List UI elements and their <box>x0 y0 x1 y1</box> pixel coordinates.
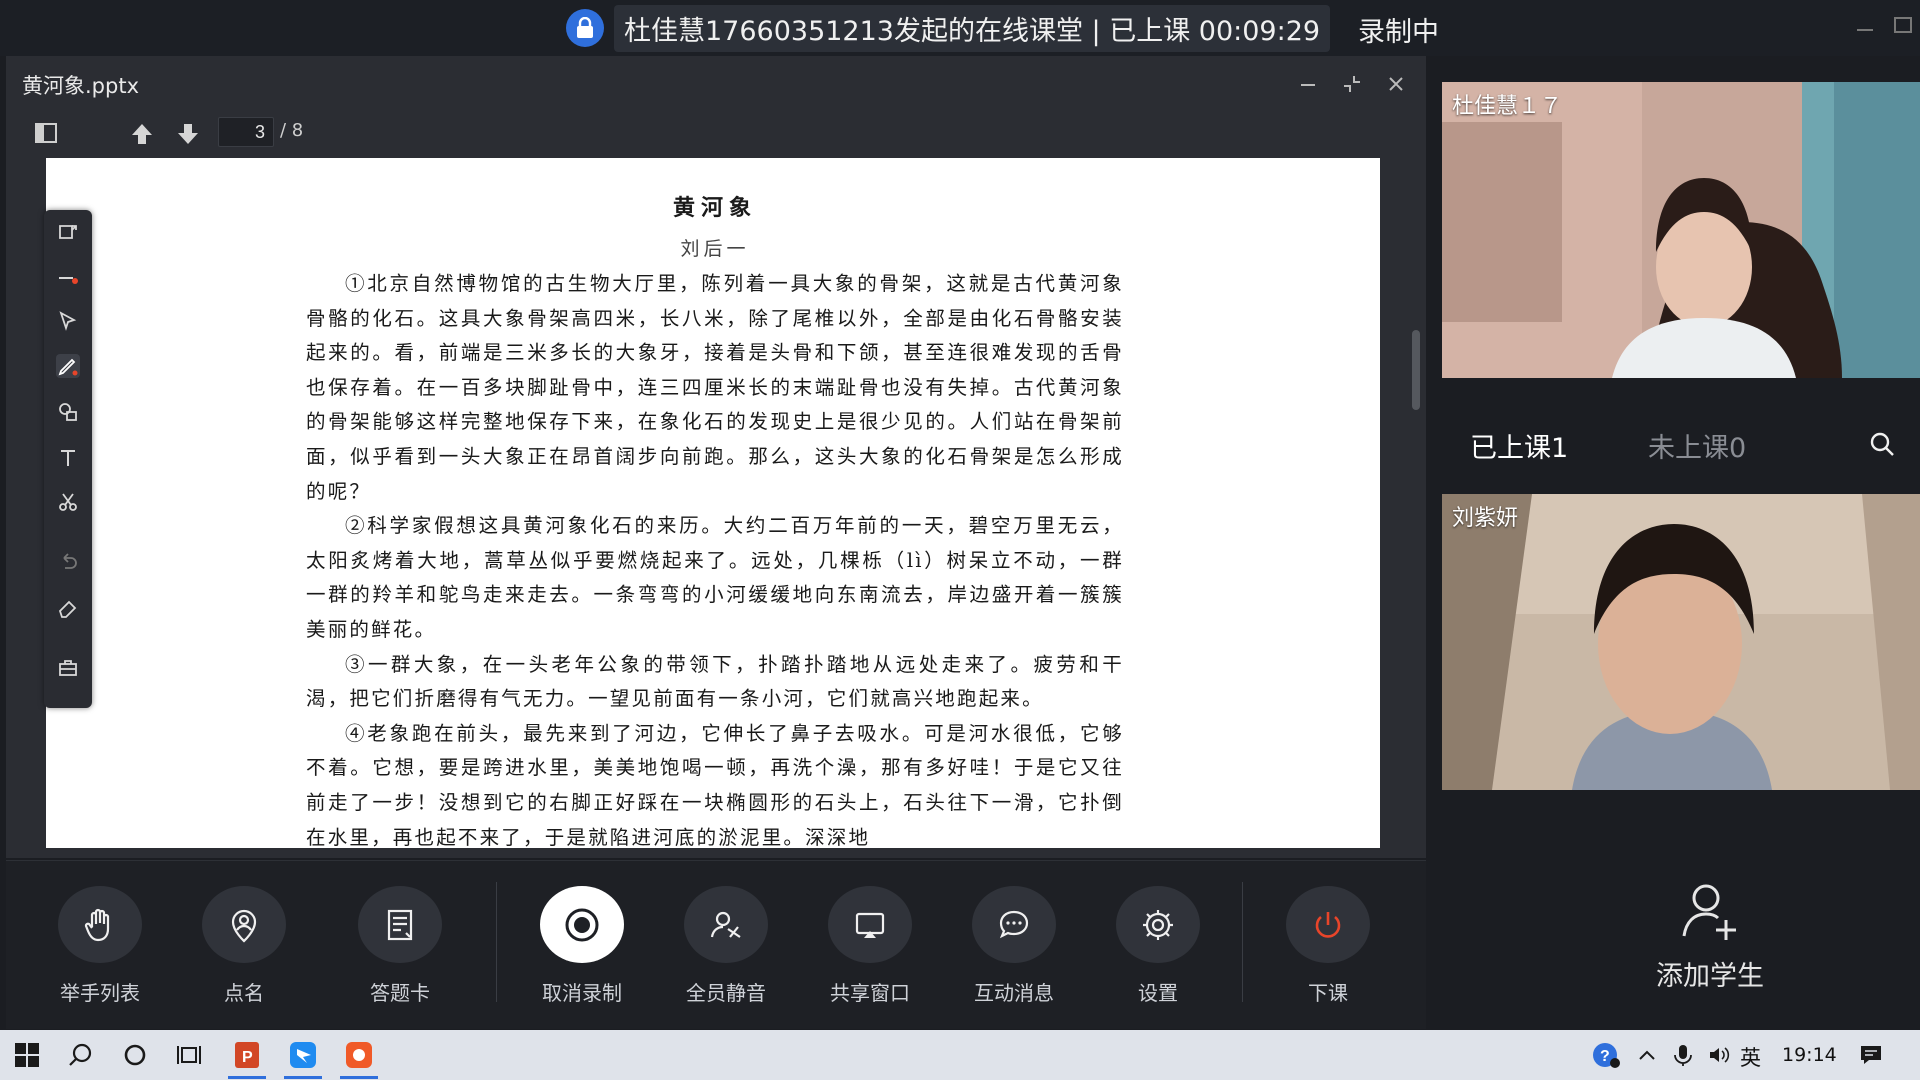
raise-hand-list-button[interactable]: 举手列表 <box>30 886 170 1006</box>
settings-button[interactable]: 设置 <box>1088 886 1228 1006</box>
control-divider <box>496 882 497 1002</box>
cancel-recording-button[interactable]: 取消录制 <box>512 886 652 1006</box>
control-label: 取消录制 <box>542 981 622 1005</box>
roll-call-button[interactable]: 点名 <box>174 886 314 1006</box>
paragraph: ①北京自然博物馆的古生物大厅里，陈列着一具大象的骨架，这就是古代黄河象骨骼的化石… <box>306 272 1124 503</box>
screenshot-tool-icon[interactable] <box>56 220 80 244</box>
taskbar-active-indicator <box>284 1076 322 1079</box>
share-window-icon <box>828 886 912 963</box>
chevron-up-icon[interactable] <box>1628 1036 1666 1074</box>
tab-attended[interactable]: 已上课1 <box>1470 426 1568 465</box>
doc-minimize-button[interactable] <box>1296 72 1320 96</box>
pen-tool-icon[interactable] <box>56 354 80 378</box>
slide-author: 刘后一 <box>680 238 750 260</box>
student-video-feed <box>1442 494 1920 790</box>
windows-start-icon[interactable] <box>8 1036 46 1074</box>
session-title-group: 杜佳慧17660351213发起的在线课堂 | 已上课 00:09:29 <box>566 4 1331 52</box>
slide-text-body: 黄河象 刘后一 ①北京自然博物馆的古生物大厅里，陈列着一具大象的骨架，这就是古代… <box>306 190 1124 848</box>
laser-pointer-icon[interactable] <box>56 266 80 290</box>
window-minimize-button[interactable] <box>1852 12 1878 38</box>
raise-hand-icon <box>58 886 142 963</box>
microphone-icon[interactable] <box>1664 1036 1702 1074</box>
mute-all-button[interactable]: 全员静音 <box>656 886 796 1006</box>
volume-icon[interactable] <box>1700 1036 1738 1074</box>
svg-text:P: P <box>242 1049 253 1066</box>
svg-text:?: ? <box>1600 1048 1610 1065</box>
select-arrow-icon[interactable] <box>56 310 80 334</box>
control-label: 互动消息 <box>974 981 1054 1005</box>
control-divider <box>1242 882 1243 1002</box>
page-down-button[interactable] <box>174 120 202 148</box>
window-maximize-button[interactable] <box>1890 12 1916 38</box>
undo-icon[interactable] <box>56 550 80 574</box>
student-video-tile[interactable]: 刘紫妍 <box>1442 494 1920 790</box>
taskbar-active-indicator <box>340 1076 378 1079</box>
control-label: 点名 <box>224 981 264 1005</box>
text-tool-icon[interactable] <box>56 446 80 470</box>
search-icon[interactable] <box>1868 430 1896 458</box>
paragraph: ③一群大象，在一头老年公象的带领下，扑踏扑踏地从远处走来了。疲劳和干渴，把它们折… <box>306 652 1124 711</box>
powerpoint-app-icon[interactable]: P <box>228 1036 266 1074</box>
doc-close-button[interactable] <box>1384 72 1408 96</box>
document-file-name: 黄河象.pptx <box>22 74 139 98</box>
recording-status: 录制中 <box>1358 17 1439 48</box>
page-up-button[interactable] <box>128 120 156 148</box>
doc-restore-button[interactable] <box>1340 72 1364 96</box>
control-label: 下课 <box>1308 981 1348 1005</box>
shapes-tool-icon[interactable] <box>56 400 80 424</box>
paragraph: ②科学家假想这具黄河象化石的来历。大约二百万年前的一天，碧空万里无云，太阳炙烤着… <box>306 514 1124 641</box>
search-taskbar-icon[interactable] <box>62 1036 100 1074</box>
paragraph: ④老象跑在前头，最先来到了河边，它伸长了鼻子去吸水。可是河水很低，它够不着。它想… <box>306 721 1124 848</box>
task-view-icon[interactable] <box>170 1036 208 1074</box>
page-total: / 8 <box>280 120 304 141</box>
teacher-name: 杜佳慧１７ <box>1452 94 1563 119</box>
slide-canvas[interactable]: 黄河象 刘后一 ①北京自然博物馆的古生物大厅里，陈列着一具大象的骨架，这就是古代… <box>46 158 1380 848</box>
control-label: 共享窗口 <box>830 981 910 1005</box>
eraser-icon[interactable] <box>56 596 80 620</box>
drawing-tools-palette <box>44 210 92 708</box>
interactive-messages-button[interactable]: 互动消息 <box>944 886 1084 1006</box>
scissors-icon[interactable] <box>56 490 80 514</box>
sidebar-toggle-icon[interactable] <box>34 122 58 144</box>
answer-card-button[interactable]: 答题卡 <box>330 886 470 1006</box>
cortana-icon[interactable] <box>116 1036 154 1074</box>
classroom-app-icon[interactable] <box>340 1036 378 1074</box>
teacher-video-tile[interactable]: 杜佳慧１７ <box>1442 82 1920 378</box>
slide-scrollbar[interactable] <box>1412 330 1420 410</box>
control-label: 答题卡 <box>370 981 430 1005</box>
teacher-video-feed <box>1442 82 1920 378</box>
student-name: 刘紫妍 <box>1452 506 1519 531</box>
add-student-button[interactable]: 添加学生 <box>1620 880 1800 1020</box>
lock-icon <box>566 9 604 47</box>
page-number-input[interactable] <box>218 117 274 147</box>
control-label: 设置 <box>1138 981 1178 1005</box>
answer-card-icon <box>358 886 442 963</box>
input-method-indicator[interactable]: 英 <box>1740 1042 1761 1072</box>
session-title: 杜佳慧17660351213发起的在线课堂 | 已上课 00:09:29 <box>614 4 1331 52</box>
record-icon <box>540 886 624 963</box>
help-tray-icon[interactable]: ? <box>1588 1036 1626 1074</box>
tab-absent[interactable]: 未上课0 <box>1648 426 1746 465</box>
toolbox-icon[interactable] <box>56 656 80 680</box>
taskbar-active-indicator <box>228 1076 266 1079</box>
settings-icon <box>1116 886 1200 963</box>
end-class-button[interactable]: 下课 <box>1258 886 1398 1006</box>
taskbar-clock[interactable]: 19:14 <box>1782 1044 1837 1066</box>
add-student-label: 添加学生 <box>1656 961 1764 992</box>
roll-call-icon <box>202 886 286 963</box>
control-label: 全员静音 <box>686 981 766 1005</box>
power-icon <box>1286 886 1370 963</box>
dingtalk-app-icon[interactable] <box>284 1036 322 1074</box>
add-user-icon <box>1682 884 1736 940</box>
share-window-button[interactable]: 共享窗口 <box>800 886 940 1006</box>
mute-all-icon <box>684 886 768 963</box>
chat-icon <box>972 886 1056 963</box>
control-label: 举手列表 <box>60 981 140 1005</box>
slide-heading: 黄河象 <box>672 195 757 221</box>
notification-center-icon[interactable] <box>1852 1036 1890 1074</box>
